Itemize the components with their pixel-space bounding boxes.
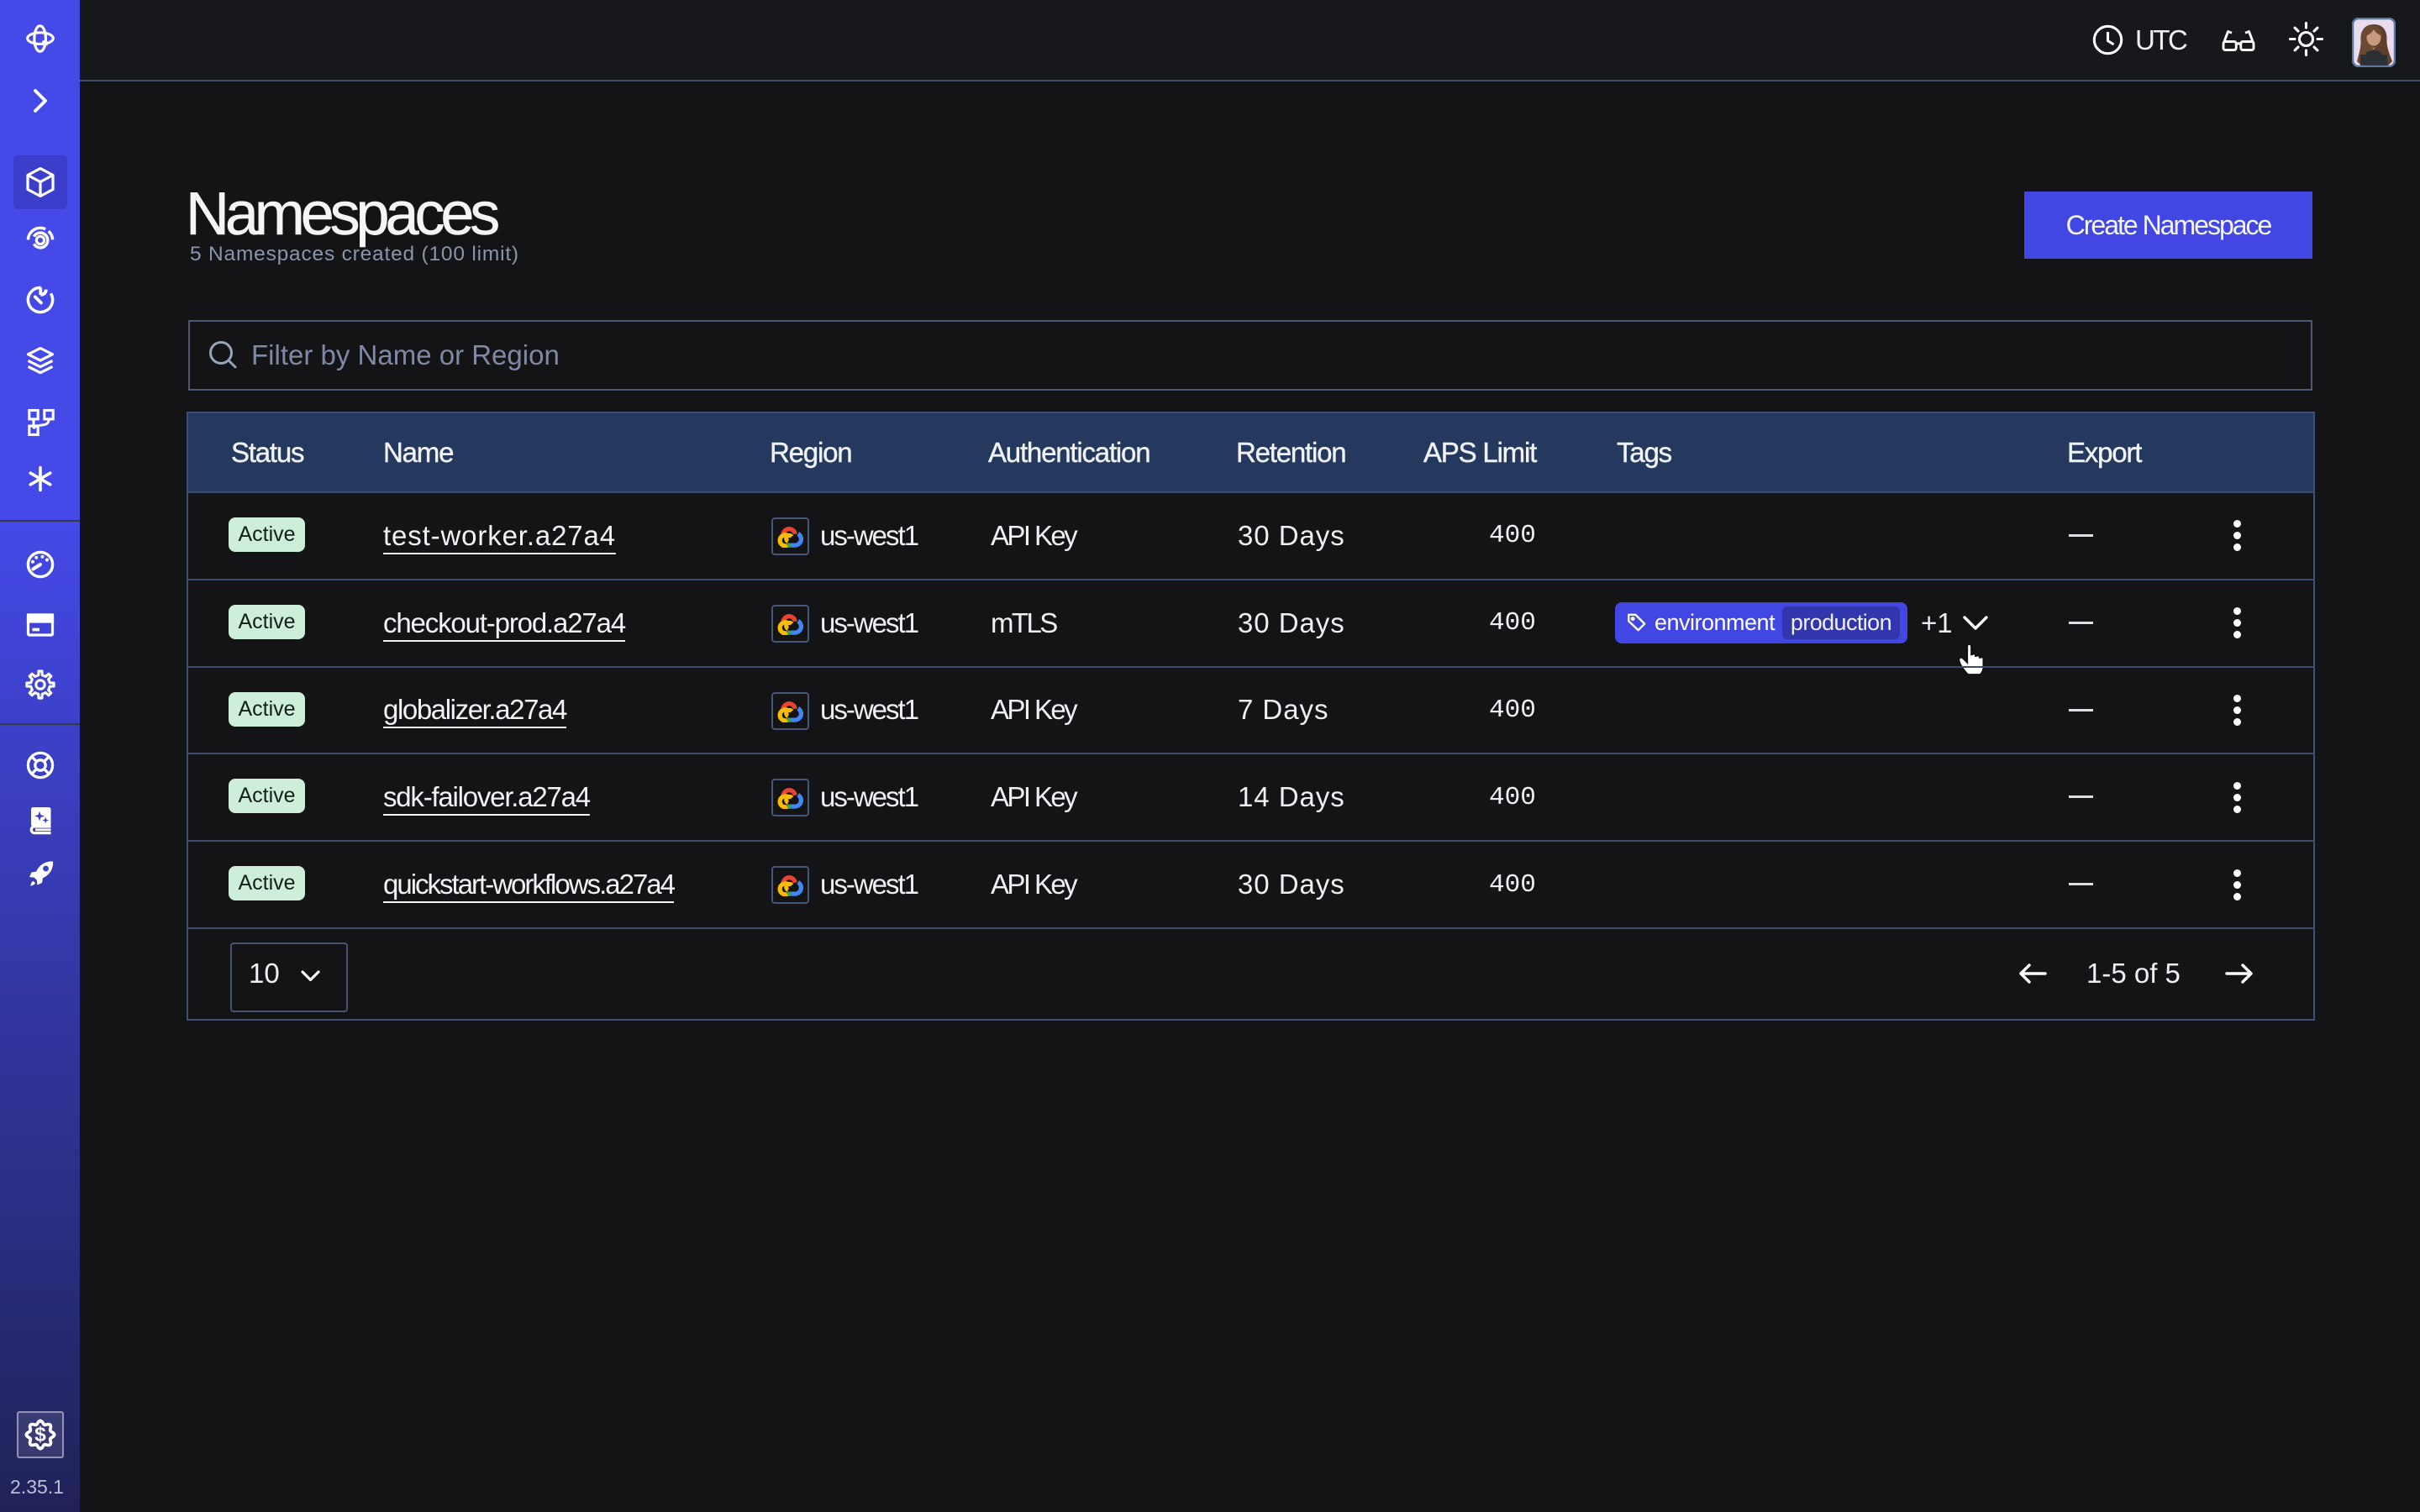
svg-text:$: $ bbox=[34, 1424, 46, 1446]
